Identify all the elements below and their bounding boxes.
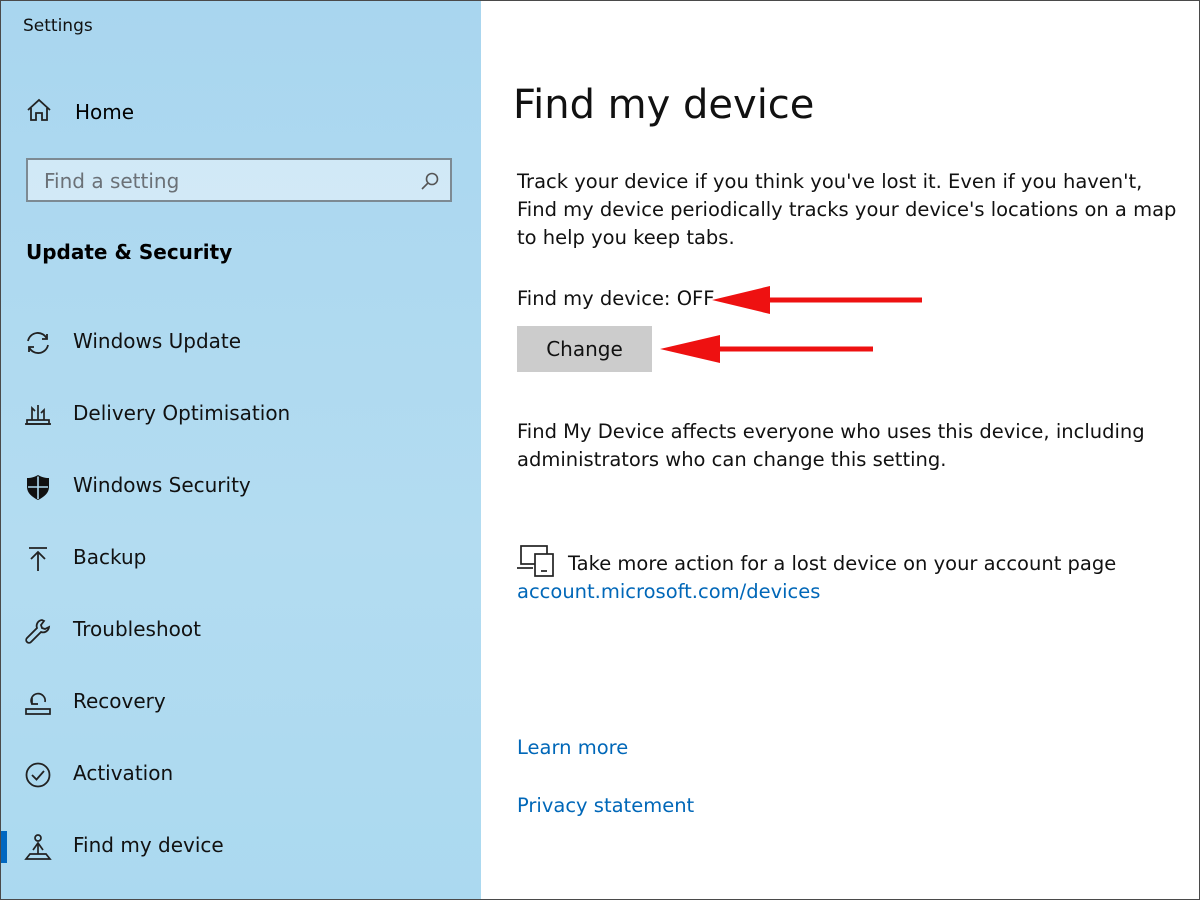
person-locate-icon	[23, 832, 53, 862]
sidebar-item-label: Windows Update	[73, 329, 242, 353]
home-label: Home	[75, 100, 135, 124]
sidebar: Settings Home Find a setting Update & Se…	[1, 1, 481, 899]
sidebar-item-backup[interactable]: Backup	[1, 539, 481, 579]
section-title: Update & Security	[26, 240, 233, 264]
sidebar-item-delivery-optimisation[interactable]: Delivery Optimisation	[1, 395, 481, 435]
search-icon[interactable]	[420, 171, 440, 195]
wrench-icon	[23, 616, 53, 646]
home-icon	[25, 96, 53, 128]
change-button[interactable]: Change	[517, 326, 652, 372]
sidebar-item-label: Find my device	[73, 833, 224, 857]
app-title: Settings	[23, 16, 93, 36]
sidebar-item-label: Recovery	[73, 689, 166, 713]
active-indicator	[1, 831, 7, 863]
sidebar-item-windows-update[interactable]: Windows Update	[1, 323, 481, 363]
search-input[interactable]: Find a setting	[26, 158, 452, 202]
sidebar-item-label: Backup	[73, 545, 147, 569]
sidebar-item-find-my-device[interactable]: Find my device	[1, 827, 481, 867]
sidebar-item-windows-security[interactable]: Windows Security	[1, 467, 481, 507]
sidebar-item-troubleshoot[interactable]: Troubleshoot	[1, 611, 481, 651]
home-nav-item[interactable]: Home	[25, 97, 134, 127]
action-text: Take more action for a lost device on yo…	[568, 552, 1117, 575]
sidebar-item-label: Troubleshoot	[73, 617, 201, 641]
upload-arrow-icon	[23, 544, 53, 574]
sidebar-item-label: Delivery Optimisation	[73, 401, 291, 425]
sidebar-item-label: Windows Security	[73, 473, 251, 497]
search-placeholder: Find a setting	[44, 169, 180, 193]
sidebar-item-recovery[interactable]: Recovery	[1, 683, 481, 723]
learn-more-link[interactable]: Learn more	[517, 736, 628, 759]
note-text: Find My Device affects everyone who uses…	[517, 420, 1145, 471]
page-title: Find my device	[513, 82, 815, 128]
sidebar-item-activation[interactable]: Activation	[1, 755, 481, 795]
shield-icon	[23, 472, 53, 502]
delivery-optimisation-icon	[23, 400, 53, 430]
recovery-icon	[23, 688, 53, 718]
devices-icon	[517, 544, 555, 582]
privacy-statement-link[interactable]: Privacy statement	[517, 794, 694, 817]
description-text: Track your device if you think you've lo…	[517, 170, 1177, 249]
sidebar-item-label: Activation	[73, 761, 174, 785]
account-devices-link[interactable]: account.microsoft.com/devices	[517, 580, 820, 603]
main-content: Find my device Track your device if you …	[482, 0, 1198, 898]
status-text: Find my device: OFF	[517, 287, 715, 310]
sync-icon	[23, 328, 53, 358]
check-circle-icon	[23, 760, 53, 790]
